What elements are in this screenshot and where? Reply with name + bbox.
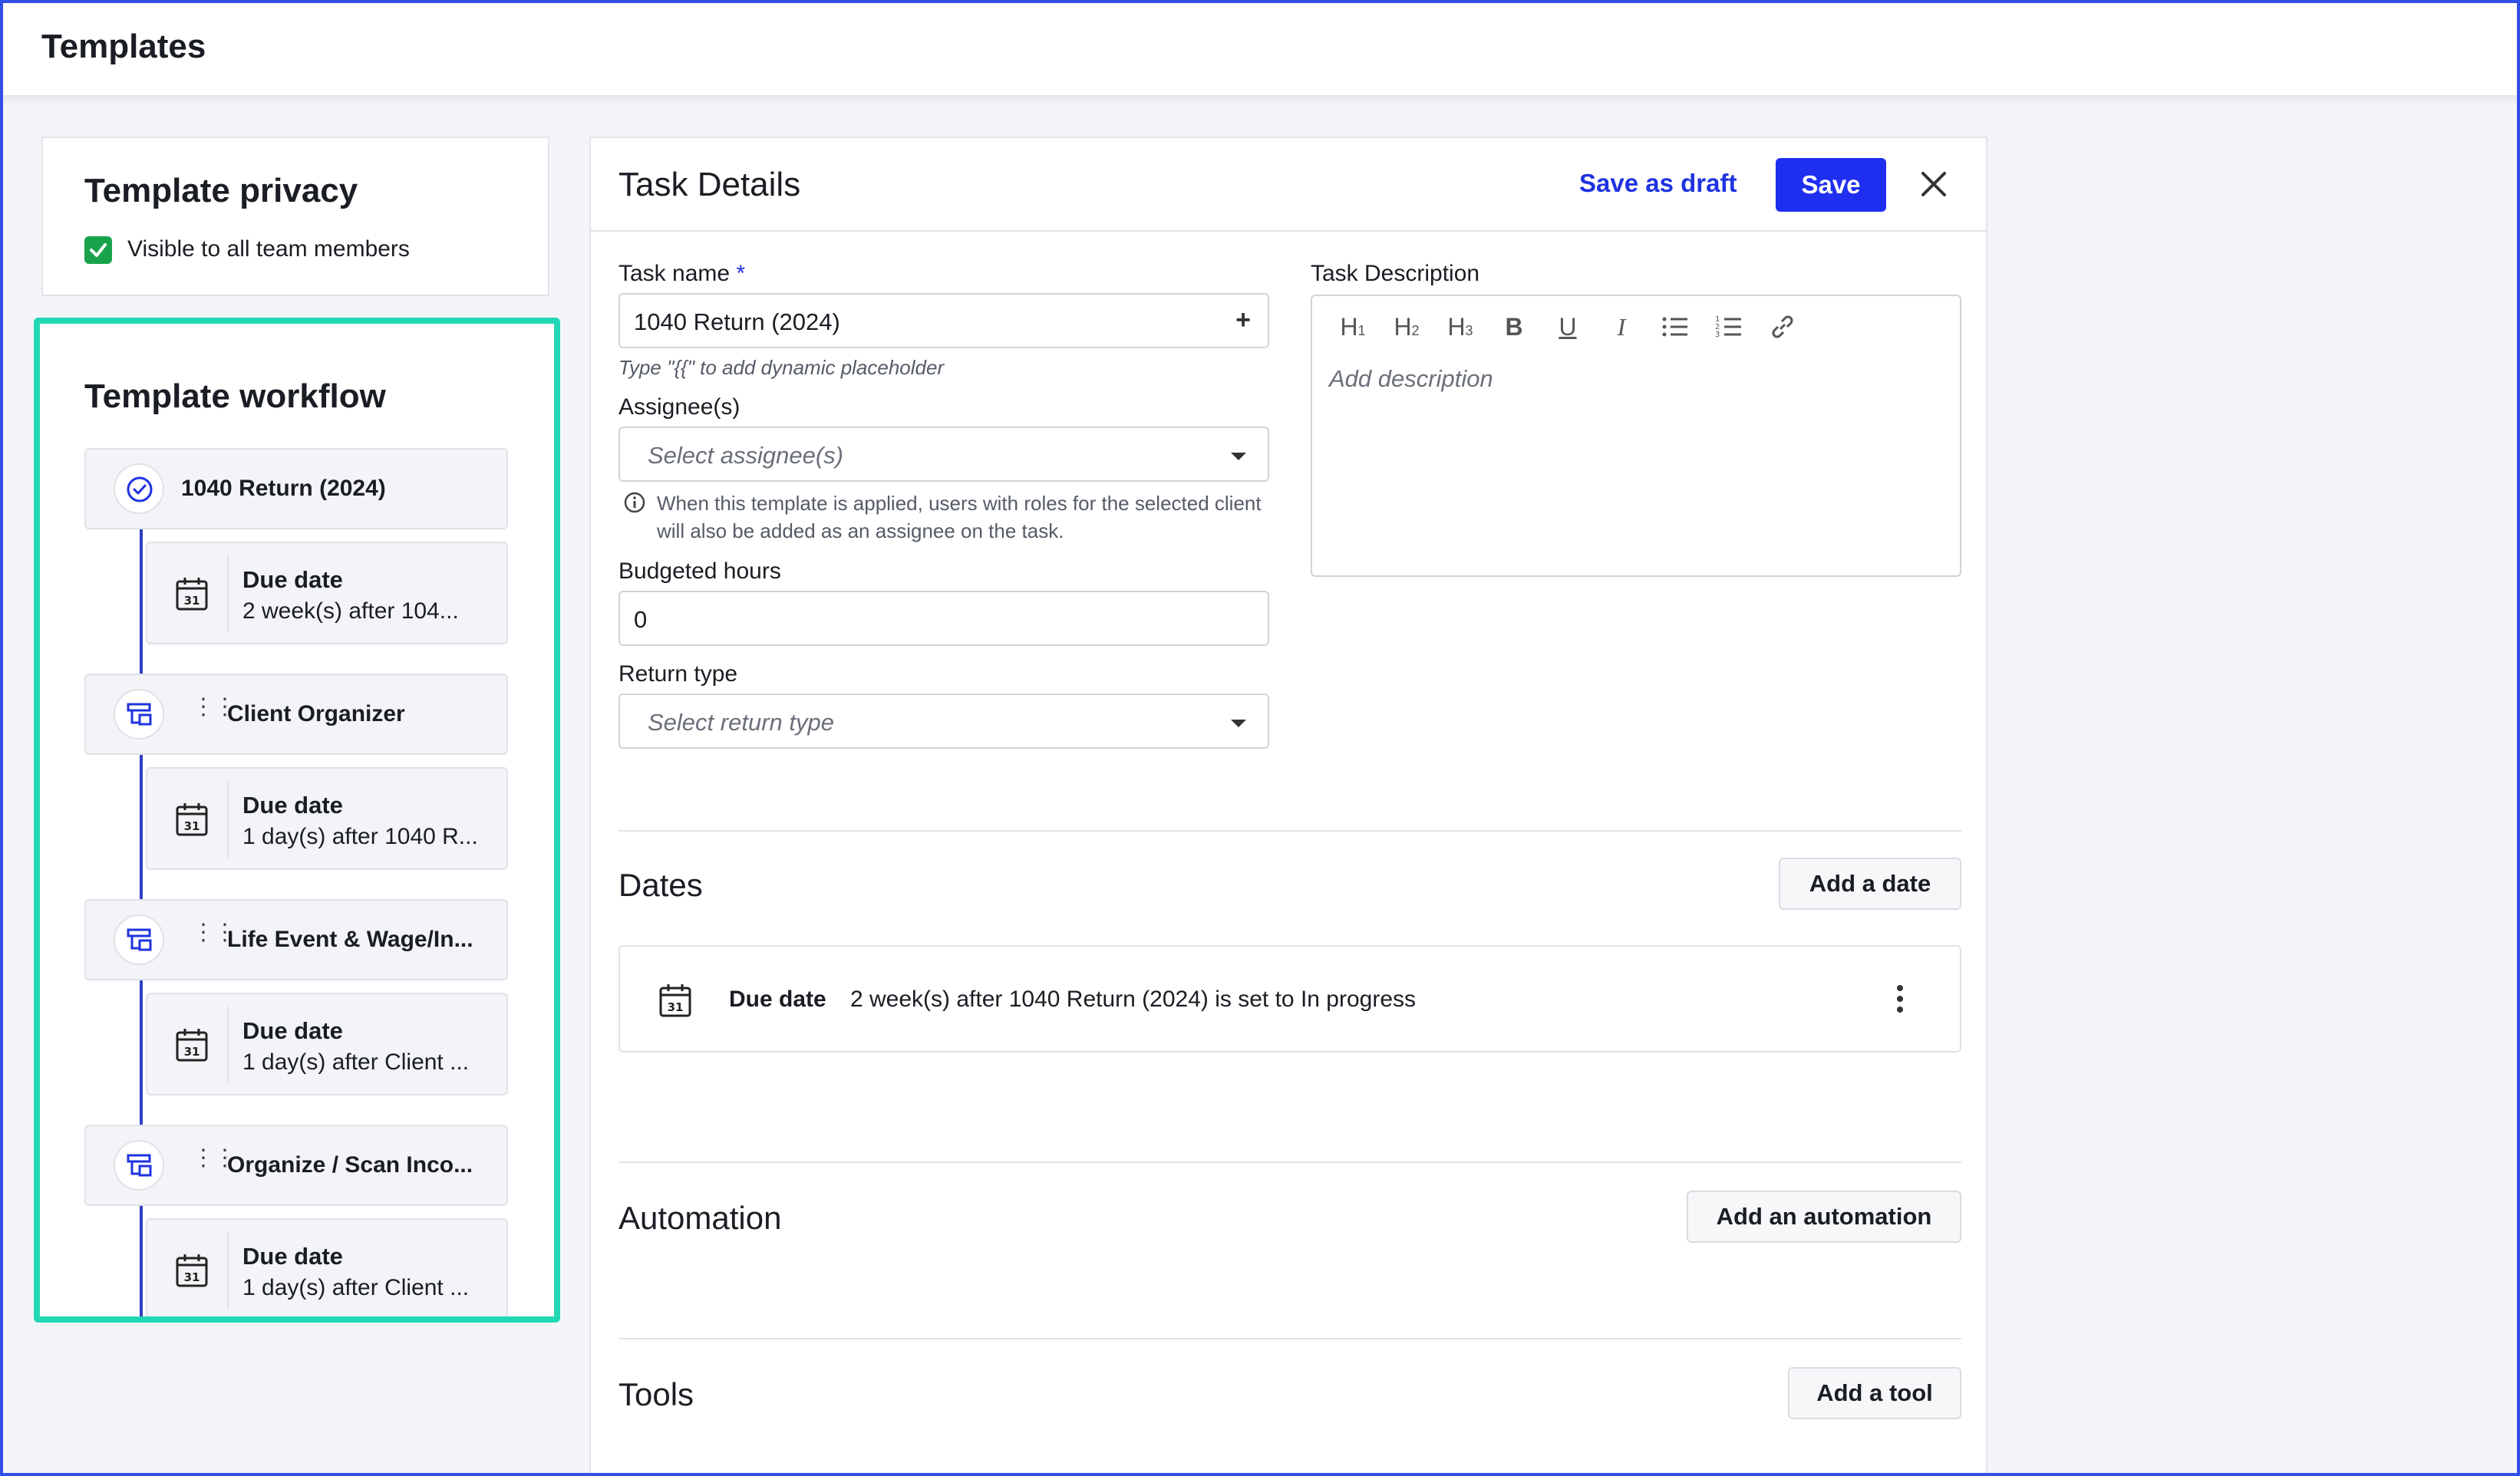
workflow-step-title: Client Organizer <box>227 701 405 726</box>
visibility-checkbox[interactable] <box>84 236 112 264</box>
workflow-due-date-item[interactable]: 31 Due date 1 day(s) after Client ... <box>146 993 508 1095</box>
template-privacy-card: Template privacy Visible to all team mem… <box>41 137 549 296</box>
add-date-button[interactable]: Add a date <box>1779 858 1961 910</box>
divider <box>227 781 229 858</box>
due-date-text: 1 day(s) after Client ... <box>242 1049 470 1075</box>
svg-text:31: 31 <box>184 594 200 608</box>
underline-icon[interactable]: U <box>1541 310 1595 344</box>
calendar-icon: 31 <box>176 1029 208 1062</box>
due-date-label: Due date <box>242 1017 343 1044</box>
check-circle-icon <box>114 463 164 514</box>
top-bar: Templates <box>0 0 2520 97</box>
panel-header: Task Details Save as draft Save <box>591 138 1986 232</box>
workflow-step-title: Life Event & Wage/In... <box>227 927 473 952</box>
due-date-text: 1 day(s) after Client ... <box>242 1275 470 1300</box>
numbered-list-icon[interactable]: 123 <box>1702 310 1756 344</box>
visibility-checkbox-label: Visible to all team members <box>127 236 410 262</box>
chevron-down-icon <box>1231 720 1246 727</box>
task-name-label: Task name * <box>618 261 746 286</box>
tools-section-title: Tools <box>618 1376 694 1412</box>
section-divider <box>618 1161 1961 1163</box>
due-date-row-text: 2 week(s) after 1040 Return (2024) is se… <box>850 987 1417 1012</box>
budgeted-hours-input[interactable]: 0 <box>618 591 1269 646</box>
heading-2-icon[interactable]: H2 <box>1380 310 1433 344</box>
page-title: Templates <box>41 28 206 65</box>
divider <box>227 1232 229 1309</box>
privacy-title: Template privacy <box>84 172 358 209</box>
divider <box>227 555 229 632</box>
organizer-icon <box>114 1140 164 1191</box>
section-divider <box>618 1338 1961 1339</box>
heading-1-icon[interactable]: H1 <box>1326 310 1380 344</box>
organizer-icon <box>114 689 164 740</box>
add-tool-button[interactable]: Add a tool <box>1788 1367 1961 1419</box>
panel-title: Task Details <box>618 166 801 203</box>
required-marker: * <box>736 261 746 286</box>
workflow-step-title: Organize / Scan Inco... <box>227 1152 473 1178</box>
svg-text:31: 31 <box>184 819 200 833</box>
workflow-due-date-item[interactable]: 31 Due date 1 day(s) after Client ... <box>146 1218 508 1316</box>
chevron-down-icon <box>1231 453 1246 460</box>
add-automation-button[interactable]: Add an automation <box>1687 1191 1961 1243</box>
editor-toolbar: H1 H2 H3 B U I 123 <box>1326 310 1809 344</box>
workflow-step[interactable]: ⋮⋮ Life Event & Wage/In... <box>84 899 508 980</box>
return-type-placeholder: Select return type <box>648 709 834 736</box>
due-date-label: Due date <box>242 1243 343 1270</box>
task-name-hint: Type "{{" to add dynamic placeholder <box>618 356 945 379</box>
calendar-icon: 31 <box>176 1254 208 1287</box>
budgeted-hours-value: 0 <box>634 606 648 633</box>
add-placeholder-icon[interactable]: + <box>1235 305 1251 335</box>
return-type-label: Return type <box>618 661 738 687</box>
assignee-label: Assignee(s) <box>618 394 740 420</box>
due-date-row-label: Due date <box>729 987 826 1012</box>
bullet-list-icon[interactable] <box>1648 310 1702 344</box>
divider <box>227 1007 229 1083</box>
svg-text:31: 31 <box>184 1270 200 1284</box>
italic-icon[interactable]: I <box>1595 310 1648 344</box>
calendar-icon: 31 <box>176 803 208 836</box>
due-date-row[interactable]: 31 Due date 2 week(s) after 1040 Return … <box>618 945 1961 1053</box>
workflow-title: Template workflow <box>84 377 386 415</box>
task-description-editor[interactable]: H1 H2 H3 B U I 123 Add description <box>1311 295 1961 577</box>
svg-text:3: 3 <box>1715 331 1720 339</box>
heading-3-icon[interactable]: H3 <box>1433 310 1487 344</box>
task-name-input[interactable]: 1040 Return (2024) + <box>618 293 1269 348</box>
description-placeholder: Add description <box>1329 365 1493 392</box>
task-name-value: 1040 Return (2024) <box>634 308 840 335</box>
assignee-select[interactable]: Select assignee(s) <box>618 427 1269 482</box>
more-options-icon[interactable] <box>1891 982 1909 1016</box>
task-description-label: Task Description <box>1311 261 1480 286</box>
organizer-icon <box>114 914 164 965</box>
workflow-step[interactable]: ⋮⋮ Organize / Scan Inco... <box>84 1125 508 1206</box>
workflow-due-date-item[interactable]: 31 Due date 2 week(s) after 104... <box>146 542 508 644</box>
workflow-step[interactable]: 1040 Return (2024) <box>84 448 508 529</box>
workflow-step-title: 1040 Return (2024) <box>181 476 386 501</box>
return-type-select[interactable]: Select return type <box>618 694 1269 749</box>
save-button[interactable]: Save <box>1776 158 1886 212</box>
svg-text:31: 31 <box>668 1000 684 1014</box>
assignee-placeholder: Select assignee(s) <box>648 442 844 469</box>
due-date-text: 1 day(s) after 1040 R... <box>242 824 478 849</box>
assignee-info-text: When this template is applied, users wit… <box>657 492 1262 542</box>
close-icon[interactable] <box>1915 166 1952 203</box>
bold-icon[interactable]: B <box>1487 310 1541 344</box>
calendar-icon: 31 <box>176 578 208 611</box>
section-divider <box>618 830 1961 832</box>
save-as-draft-button[interactable]: Save as draft <box>1579 169 1737 198</box>
workflow-step[interactable]: ⋮⋮ Client Organizer <box>84 674 508 755</box>
automation-section-title: Automation <box>618 1200 782 1236</box>
budgeted-hours-label: Budgeted hours <box>618 558 781 584</box>
link-icon[interactable] <box>1756 310 1809 344</box>
due-date-text: 2 week(s) after 104... <box>242 598 459 624</box>
calendar-icon: 31 <box>659 984 691 1017</box>
task-details-panel: Task Details Save as draft Save Task nam… <box>589 137 1987 1476</box>
due-date-label: Due date <box>242 792 343 819</box>
template-workflow-card: Template workflow 1040 Return (2024) 31 … <box>34 318 560 1323</box>
svg-text:31: 31 <box>184 1045 200 1059</box>
dates-section-title: Dates <box>618 867 703 903</box>
due-date-label: Due date <box>242 566 343 593</box>
info-icon <box>624 492 645 513</box>
workflow-due-date-item[interactable]: 31 Due date 1 day(s) after 1040 R... <box>146 767 508 870</box>
